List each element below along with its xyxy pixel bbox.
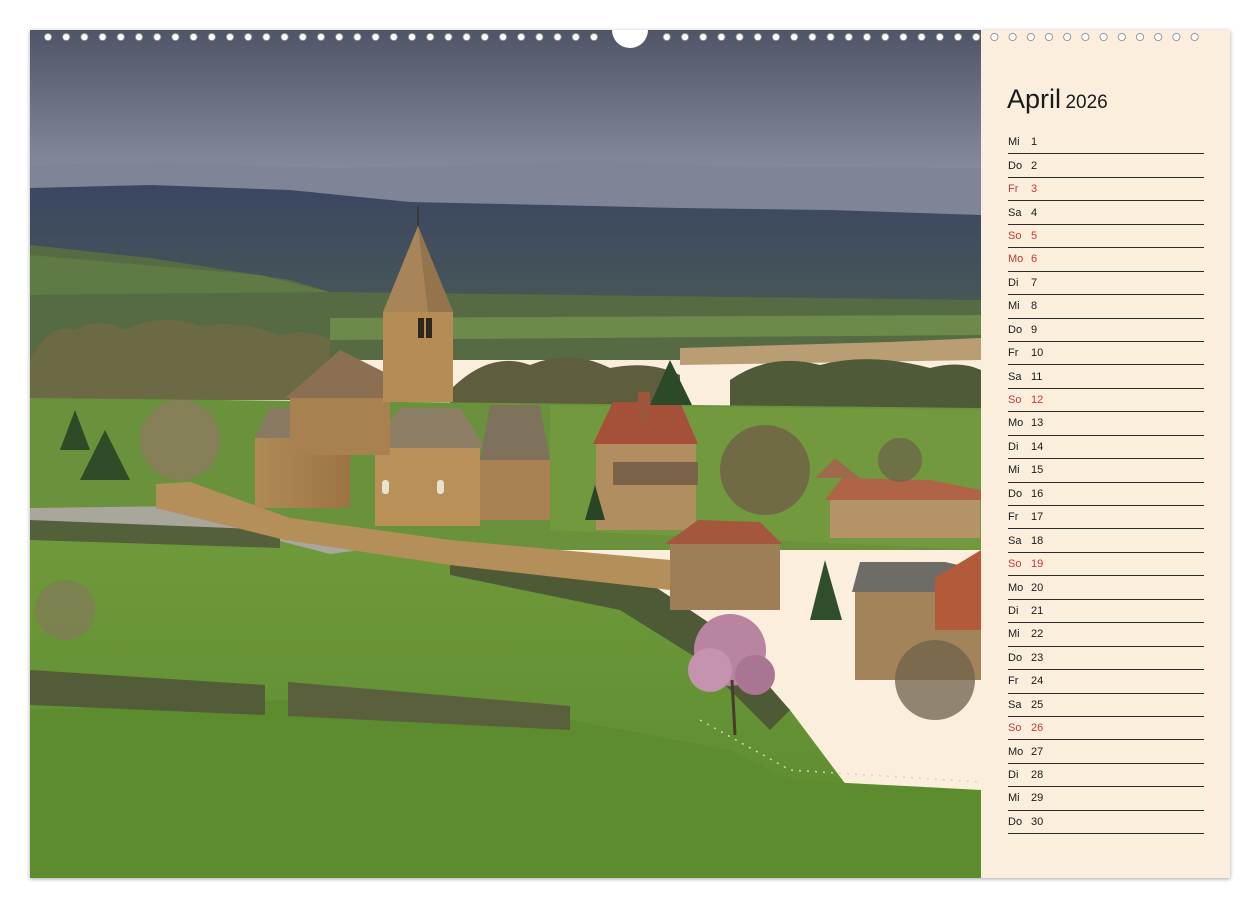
day-row: Mi 29 xyxy=(1008,787,1204,811)
weekday-label: Di xyxy=(1008,769,1019,782)
day-row: Sa 25 xyxy=(1008,694,1204,717)
day-number: 8 xyxy=(1031,300,1038,313)
day-number: 13 xyxy=(1031,417,1044,430)
month-name: April xyxy=(1007,84,1062,114)
day-row: Mo 27 xyxy=(1008,740,1204,764)
day-row: Di 7 xyxy=(1008,272,1204,296)
day-row: Mi 22 xyxy=(1008,623,1204,647)
day-number: 21 xyxy=(1031,604,1044,617)
calendar-page: April 2026 Mi 1 Do 2 Fr 3 Sa 4 So 5 Mo 6 Di 7 Mi 8 Do 9 Fr… xyxy=(30,30,1230,878)
day-row: So 12 xyxy=(1008,389,1204,413)
weekday-label: Di xyxy=(1008,276,1019,289)
day-number: 2 xyxy=(1031,159,1038,172)
weekday-label: Sa xyxy=(1008,534,1022,547)
day-row: Di 21 xyxy=(1008,600,1204,624)
weekday-label: Di xyxy=(1008,604,1019,617)
day-number: 16 xyxy=(1031,487,1044,500)
day-row: Fr 3 xyxy=(1008,178,1204,202)
day-row: Mo 13 xyxy=(1008,412,1204,436)
weekday-label: So xyxy=(1008,558,1022,571)
day-row: Mo 6 xyxy=(1008,248,1204,272)
day-number: 3 xyxy=(1031,183,1038,196)
weekday-label: Mo xyxy=(1008,253,1024,266)
day-number: 11 xyxy=(1031,370,1043,383)
weekday-label: Sa xyxy=(1008,206,1022,219)
weekday-label: So xyxy=(1008,229,1022,242)
weekday-label: Sa xyxy=(1008,370,1022,383)
weekday-label: Do xyxy=(1008,323,1023,336)
day-row: Do 16 xyxy=(1008,483,1204,506)
weekday-label: Do xyxy=(1008,159,1023,172)
weekday-label: So xyxy=(1008,394,1022,407)
day-number: 12 xyxy=(1031,394,1044,407)
day-row: Fr 10 xyxy=(1008,342,1204,366)
day-row: Sa 4 xyxy=(1008,201,1204,225)
date-panel: April 2026 Mi 1 Do 2 Fr 3 Sa 4 So 5 Mo 6 Di 7 Mi 8 Do 9 Fr… xyxy=(981,30,1230,878)
day-row: Mi 15 xyxy=(1008,459,1204,483)
day-number: 14 xyxy=(1031,440,1044,453)
weekday-label: Sa xyxy=(1008,698,1022,711)
weekday-label: Di xyxy=(1008,440,1019,453)
day-number: 27 xyxy=(1031,745,1044,758)
day-row: Fr 24 xyxy=(1008,670,1204,694)
day-number: 17 xyxy=(1031,511,1044,524)
day-number: 7 xyxy=(1031,276,1038,289)
weekday-label: So xyxy=(1008,722,1022,735)
day-row: Sa 11 xyxy=(1008,365,1204,389)
weekday-label: Mo xyxy=(1008,581,1024,594)
day-number: 4 xyxy=(1031,206,1038,219)
day-number: 6 xyxy=(1031,253,1038,266)
weekday-label: Mi xyxy=(1008,464,1020,477)
day-number: 15 xyxy=(1031,464,1044,477)
day-number: 10 xyxy=(1031,347,1044,360)
day-row: Mo 20 xyxy=(1008,576,1204,600)
day-list: Mi 1 Do 2 Fr 3 Sa 4 So 5 Mo 6 Di 7 Mi 8 Do 9 Fr 10 Sa 11 So 12 M… xyxy=(1008,131,1204,835)
weekday-label: Mi xyxy=(1008,792,1020,805)
day-number: 28 xyxy=(1031,769,1044,782)
weekday-label: Do xyxy=(1008,815,1023,828)
weekday-label: Mo xyxy=(1008,417,1024,430)
day-row: Do 23 xyxy=(1008,647,1204,671)
month-year: 2026 xyxy=(1065,92,1108,113)
day-number: 1 xyxy=(1031,136,1038,149)
month-title: April 2026 xyxy=(1007,86,1108,113)
weekday-label: Fr xyxy=(1008,183,1019,196)
weekday-label: Mi xyxy=(1008,628,1020,641)
day-number: 9 xyxy=(1031,323,1038,336)
day-row: Mi 1 xyxy=(1008,131,1204,155)
day-number: 30 xyxy=(1031,815,1044,828)
weekday-label: Fr xyxy=(1008,511,1019,524)
day-row: Sa 18 xyxy=(1008,529,1204,553)
weekday-label: Mi xyxy=(1008,136,1020,149)
day-number: 24 xyxy=(1031,675,1044,688)
day-number: 23 xyxy=(1031,651,1044,664)
day-row: So 19 xyxy=(1008,553,1204,577)
day-row: Do 9 xyxy=(1008,319,1204,342)
day-number: 22 xyxy=(1031,628,1044,641)
day-row: Do 2 xyxy=(1008,154,1204,178)
day-number: 5 xyxy=(1031,229,1038,242)
weekday-label: Do xyxy=(1008,651,1023,664)
day-number: 29 xyxy=(1031,792,1044,805)
day-number: 18 xyxy=(1031,534,1044,547)
day-row: So 5 xyxy=(1008,225,1204,249)
landscape-photo xyxy=(30,30,981,878)
day-row: Di 28 xyxy=(1008,764,1204,788)
day-row: So 26 xyxy=(1008,717,1204,741)
day-row: Mi 8 xyxy=(1008,295,1204,319)
weekday-label: Mi xyxy=(1008,300,1020,313)
day-number: 25 xyxy=(1031,698,1044,711)
weekday-label: Fr xyxy=(1008,347,1019,360)
day-row: Fr 17 xyxy=(1008,506,1204,530)
day-row: Di 14 xyxy=(1008,436,1204,460)
day-number: 20 xyxy=(1031,581,1044,594)
day-number: 19 xyxy=(1031,558,1044,571)
weekday-label: Do xyxy=(1008,487,1023,500)
day-number: 26 xyxy=(1031,722,1044,735)
weekday-label: Fr xyxy=(1008,675,1019,688)
day-row: Do 30 xyxy=(1008,811,1204,835)
weekday-label: Mo xyxy=(1008,745,1024,758)
